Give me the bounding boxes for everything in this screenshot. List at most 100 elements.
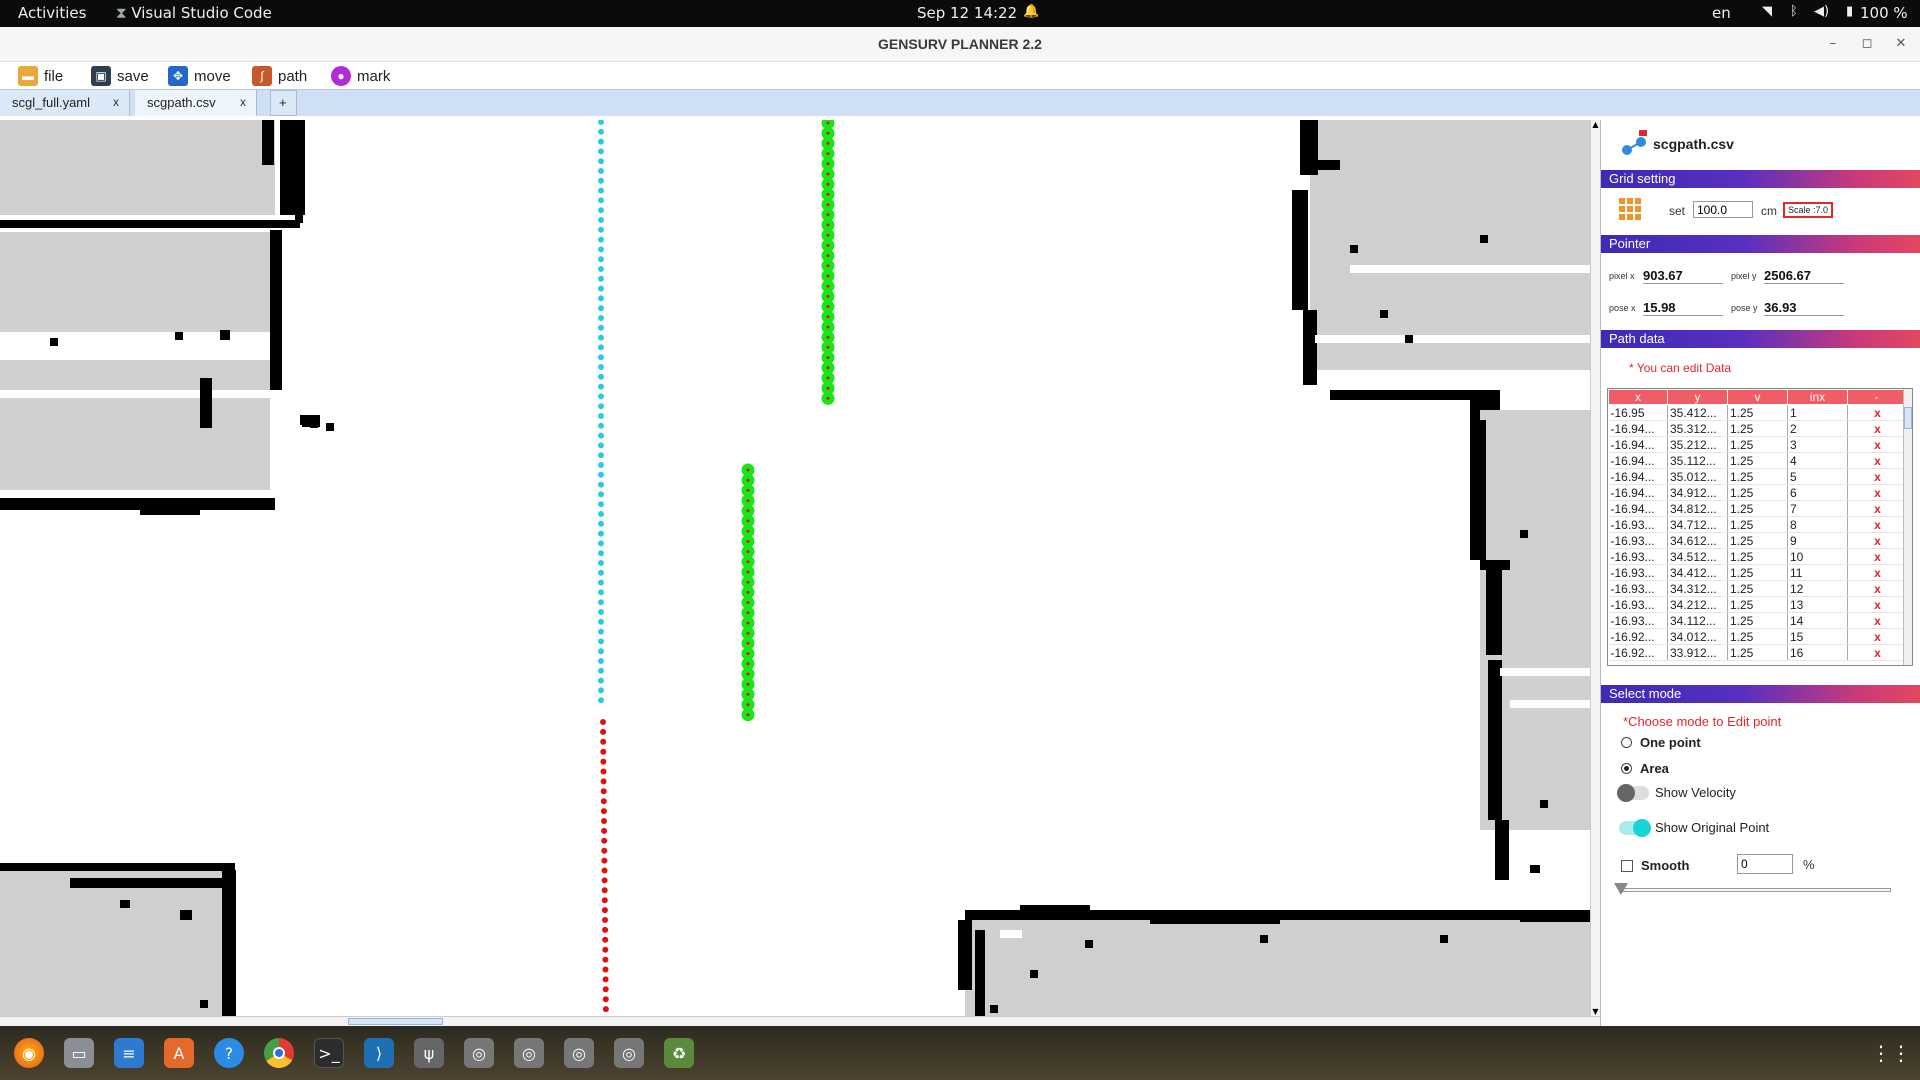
table-cell[interactable]: 1.25	[1727, 484, 1788, 501]
path-point-original[interactable]	[598, 403, 604, 410]
path-point[interactable]	[602, 956, 609, 963]
writer-icon[interactable]: ≡	[114, 1038, 144, 1068]
table-cell[interactable]: -16.93...	[1608, 580, 1668, 597]
selected-path-point[interactable]	[741, 463, 755, 477]
table-cell[interactable]: 14	[1787, 612, 1848, 629]
table-cell[interactable]: 1.25	[1727, 404, 1788, 421]
path-data-table-wrap[interactable]: x y v inx - -16.95 35.412... 1.25 1 x -16.94... 35…	[1607, 388, 1913, 666]
mark-button[interactable]: ● mark	[331, 64, 390, 88]
table-cell[interactable]: 1.25	[1727, 580, 1788, 597]
path-point-original[interactable]	[598, 667, 604, 674]
path-point-original[interactable]	[598, 158, 604, 165]
clock[interactable]: Sep 12 14:22	[917, 4, 1017, 22]
table-cell[interactable]: 34.212...	[1667, 596, 1728, 613]
tab-scgl-full-yaml[interactable]: scgl_full.yaml x	[0, 90, 130, 116]
selected-path-point[interactable]	[741, 514, 755, 528]
table-cell[interactable]: 1.25	[1727, 628, 1788, 645]
path-point-original[interactable]	[598, 305, 604, 312]
selected-path-point[interactable]	[741, 524, 755, 538]
table-scrollbar[interactable]	[1903, 389, 1912, 665]
selected-path-point[interactable]	[821, 249, 835, 263]
table-cell[interactable]: 34.712...	[1667, 516, 1728, 533]
selected-path-point[interactable]	[821, 330, 835, 344]
table-cell[interactable]: 1.25	[1727, 516, 1788, 533]
window-title-bar[interactable]: GENSURV PLANNER 2.2 – ◻ ✕	[0, 27, 1920, 62]
volume-icon[interactable]: ◀)	[1814, 4, 1829, 19]
tab-close-icon[interactable]: x	[240, 95, 246, 109]
path-point[interactable]	[602, 976, 609, 983]
selected-path-point[interactable]	[741, 698, 755, 712]
selected-path-point[interactable]	[821, 198, 835, 212]
path-point[interactable]	[600, 719, 606, 725]
table-cell[interactable]: 7	[1787, 500, 1848, 517]
selected-path-point[interactable]	[741, 585, 755, 599]
path-point-original[interactable]	[598, 344, 604, 351]
path-point-original[interactable]	[598, 168, 604, 174]
selected-path-point[interactable]	[821, 289, 835, 303]
table-cell[interactable]: -16.94...	[1608, 452, 1668, 469]
column-header[interactable]: -	[1847, 389, 1906, 405]
table-cell[interactable]: 1.25	[1727, 452, 1788, 469]
path-point[interactable]	[602, 996, 609, 1003]
selected-path-point[interactable]	[821, 147, 835, 161]
disk-icon[interactable]: ◎	[614, 1038, 644, 1068]
path-point-original[interactable]	[598, 442, 604, 449]
table-cell[interactable]: 1.25	[1727, 420, 1788, 437]
selected-path-point[interactable]	[821, 238, 835, 252]
table-cell[interactable]: 1	[1787, 404, 1848, 421]
selected-path-point[interactable]	[741, 667, 755, 681]
minimize-icon[interactable]: –	[1822, 33, 1844, 55]
selected-path-point[interactable]	[741, 545, 755, 559]
path-point-original[interactable]	[598, 413, 604, 419]
chrome-icon[interactable]	[264, 1038, 294, 1068]
table-cell[interactable]: 33.912...	[1667, 644, 1728, 661]
table-row[interactable]: -16.93... 34.412... 1.25 11 x	[1608, 564, 1906, 581]
file-button[interactable]: ▬ file	[18, 64, 63, 88]
table-cell[interactable]: -16.94...	[1608, 484, 1668, 501]
table-cell[interactable]: 1.25	[1727, 548, 1788, 565]
delete-row-button[interactable]: x	[1847, 500, 1906, 517]
table-cell[interactable]: 1.25	[1727, 596, 1788, 613]
show-velocity-toggle[interactable]	[1617, 783, 1649, 802]
path-point-original[interactable]	[598, 628, 604, 635]
selected-path-point[interactable]	[821, 167, 835, 181]
path-point-original[interactable]	[598, 697, 604, 704]
path-point[interactable]	[600, 808, 607, 815]
path-point-original[interactable]	[598, 364, 604, 370]
delete-row-button[interactable]: x	[1847, 436, 1906, 453]
path-point-original[interactable]	[598, 393, 604, 400]
show-velocity-toggle-row[interactable]: Show Velocity	[1617, 783, 1736, 802]
move-button[interactable]: ✥ move	[168, 64, 231, 88]
selected-path-point[interactable]	[821, 187, 835, 201]
smooth-slider[interactable]	[1614, 883, 1891, 895]
selected-path-point[interactable]	[821, 228, 835, 242]
selected-path-point[interactable]	[741, 504, 755, 518]
selected-path-point[interactable]	[821, 391, 835, 405]
path-point[interactable]	[600, 758, 607, 765]
column-header[interactable]: x	[1608, 389, 1668, 405]
path-point-original[interactable]	[598, 275, 604, 282]
path-point-original[interactable]	[598, 315, 604, 321]
table-cell[interactable]: 35.112...	[1667, 452, 1728, 469]
disk-icon[interactable]: ◎	[564, 1038, 594, 1068]
selected-path-point[interactable]	[741, 708, 755, 722]
selected-path-point[interactable]	[741, 626, 755, 640]
show-original-toggle-row[interactable]: Show Original Point	[1619, 818, 1769, 837]
path-point-original[interactable]	[598, 648, 604, 655]
grid-size-input[interactable]	[1693, 201, 1753, 218]
selected-path-point[interactable]	[821, 320, 835, 334]
disk-icon[interactable]: ◎	[514, 1038, 544, 1068]
tab-close-icon[interactable]: x	[113, 95, 119, 109]
path-point[interactable]	[601, 857, 608, 864]
table-cell[interactable]: 15	[1787, 628, 1848, 645]
path-point-original[interactable]	[598, 266, 604, 272]
path-point-original[interactable]	[598, 187, 604, 194]
path-point-original[interactable]	[598, 687, 604, 694]
path-point-original[interactable]	[598, 128, 604, 135]
path-point[interactable]	[602, 936, 609, 943]
selected-path-point[interactable]	[741, 647, 755, 661]
column-header[interactable]: inx	[1787, 389, 1848, 405]
selected-path-point[interactable]	[741, 483, 755, 497]
path-point-original[interactable]	[598, 452, 604, 459]
path-point-original[interactable]	[598, 432, 604, 439]
